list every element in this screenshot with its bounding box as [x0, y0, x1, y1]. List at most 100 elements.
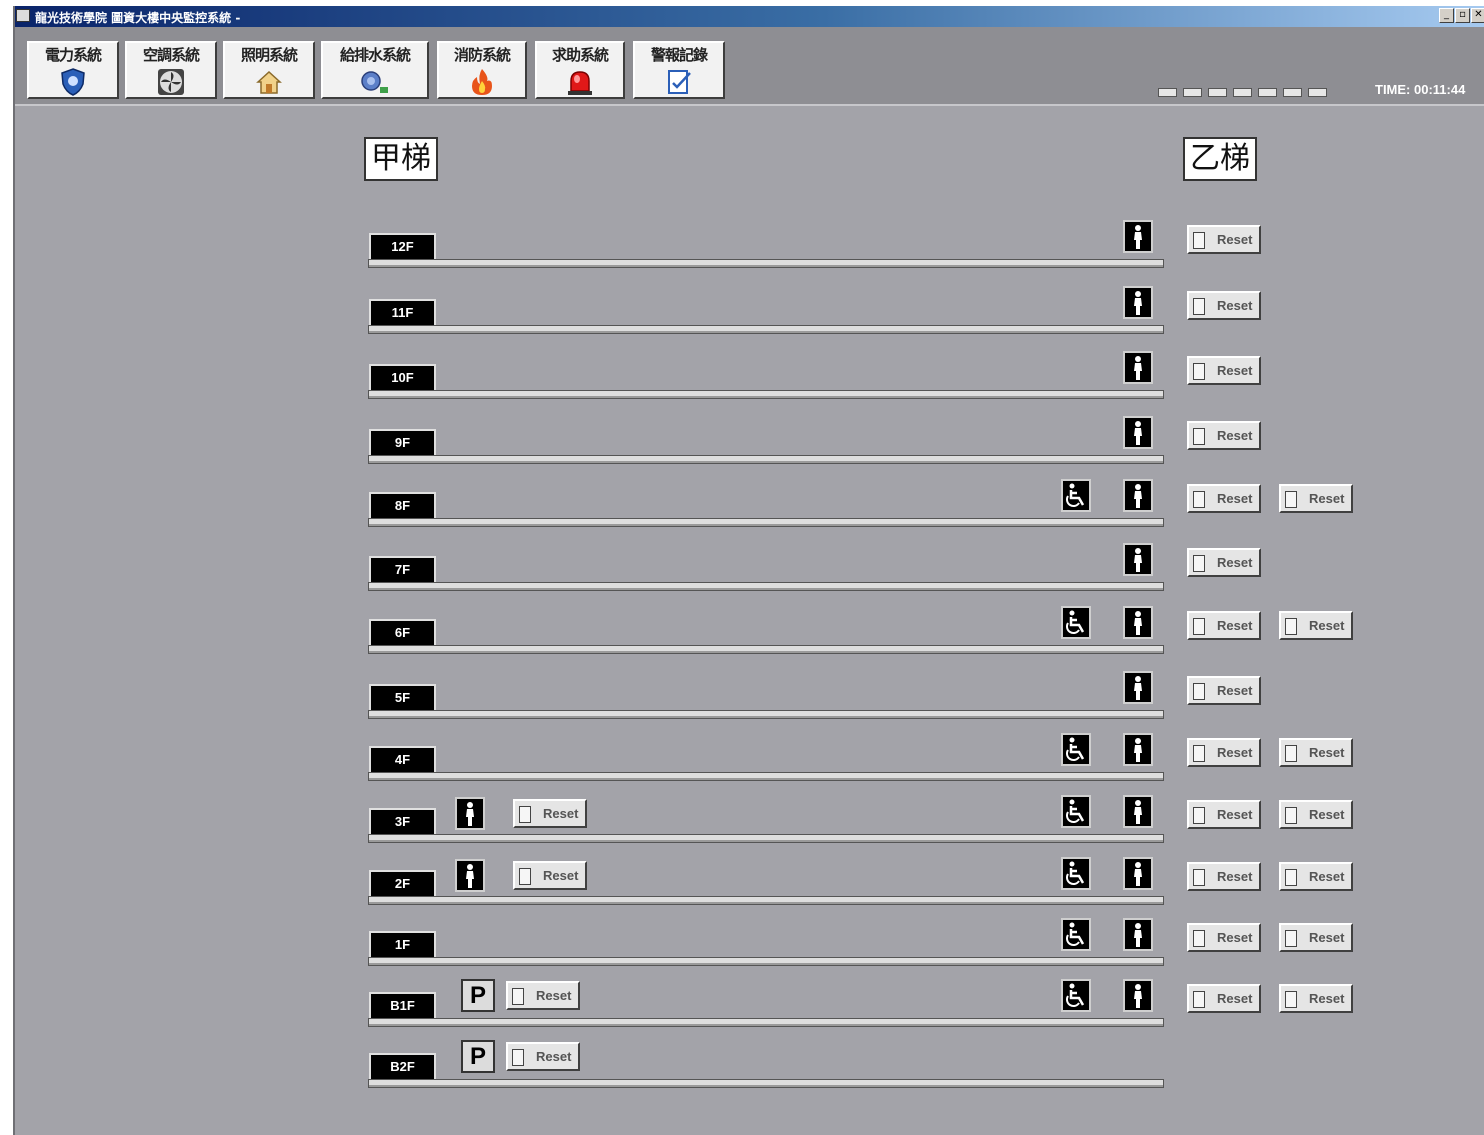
- elevator-rail: [368, 1018, 1164, 1027]
- person-icon: [1123, 918, 1153, 951]
- hvac-system-label: 空調系統: [142, 46, 200, 64]
- elevator-b-reset-button[interactable]: Reset: [1279, 738, 1353, 767]
- floor-label: B2F: [369, 1053, 436, 1079]
- parking-icon: P: [461, 979, 495, 1012]
- reset-button[interactable]: Reset: [506, 981, 580, 1010]
- reset-checkbox: [1193, 745, 1205, 762]
- elevator-b-reset-button[interactable]: Reset: [1187, 984, 1261, 1013]
- reset-checkbox: [1285, 807, 1297, 824]
- elevator-b-reset-button[interactable]: Reset: [1279, 984, 1353, 1013]
- reset-checkbox: [1193, 683, 1205, 700]
- elevator-b-reset-button[interactable]: Reset: [1187, 225, 1261, 254]
- floor-row: 4F: [368, 733, 1166, 781]
- elevator-b-reset-button[interactable]: Reset: [1187, 291, 1261, 320]
- reset-button[interactable]: Reset: [513, 799, 587, 828]
- elevator-panel: 甲梯 乙梯 12F Reset 11F Reset 10F Reset 9F Reset 8F R…: [15, 106, 1484, 1135]
- power-system-button[interactable]: 電力系統: [27, 41, 119, 99]
- elevator-b-reset-button[interactable]: Reset: [1187, 421, 1261, 450]
- reset-label: Reset: [1217, 930, 1253, 945]
- reset-button[interactable]: Reset: [513, 861, 587, 890]
- reset-checkbox: [1193, 930, 1205, 947]
- elevator-b-reset-button[interactable]: Reset: [1279, 923, 1353, 952]
- fire-system-button[interactable]: 消防系統: [437, 41, 527, 99]
- reset-button[interactable]: Reset: [506, 1042, 580, 1071]
- floor-label: 12F: [369, 233, 436, 259]
- monitor-window: 龍光技術學院 圖資大樓中央監控系統 - _ ▫ ✕ 電力系統 空調系統 照明系統: [13, 6, 1484, 1135]
- water-system-label: 給排水系統: [339, 46, 411, 64]
- elevator-rail: [368, 325, 1164, 334]
- elevator-b-reset-button[interactable]: Reset: [1187, 611, 1261, 640]
- person-icon: [1123, 543, 1153, 576]
- alarm-log-button[interactable]: 警報記錄: [633, 41, 725, 99]
- person-icon: [1123, 671, 1153, 704]
- elevator-b-reset-button[interactable]: Reset: [1279, 484, 1353, 513]
- elevator-b-reset-button[interactable]: Reset: [1187, 862, 1261, 891]
- elevator-b-reset-button[interactable]: Reset: [1187, 738, 1261, 767]
- window-title: 龍光技術學院 圖資大樓中央監控系統 -: [35, 11, 241, 25]
- reset-checkbox: [1193, 298, 1205, 315]
- wheelchair-icon: [1061, 733, 1091, 766]
- reset-label: Reset: [1309, 618, 1345, 633]
- elevator-rail: [368, 957, 1164, 966]
- minimize-button[interactable]: _: [1439, 8, 1454, 23]
- elevator-b-reset-button[interactable]: Reset: [1187, 923, 1261, 952]
- floor-label: 9F: [369, 429, 436, 455]
- elevator-rail: [368, 518, 1164, 527]
- reset-label: Reset: [1309, 930, 1345, 945]
- app-icon: [16, 9, 30, 22]
- person-icon: [455, 859, 485, 892]
- floor-row: 1F: [368, 918, 1166, 966]
- person-icon: [1123, 286, 1153, 319]
- elevator-rail: [368, 710, 1164, 719]
- reset-label: Reset: [1309, 991, 1345, 1006]
- elevator-rail: [368, 1079, 1164, 1088]
- reset-checkbox: [512, 1049, 524, 1066]
- floor-label: 1F: [369, 931, 436, 957]
- elevator-b-reset-button[interactable]: Reset: [1187, 548, 1261, 577]
- elevator-rail: [368, 455, 1164, 464]
- person-icon: [1123, 220, 1153, 253]
- status-led: [1233, 88, 1252, 97]
- restore-button[interactable]: ▫: [1455, 8, 1470, 23]
- reset-checkbox: [519, 806, 531, 823]
- elevator-a-label: 甲梯: [364, 137, 438, 181]
- parking-icon: P: [461, 1040, 495, 1073]
- reset-label: Reset: [1217, 428, 1253, 443]
- elevator-b-reset-button[interactable]: Reset: [1279, 611, 1353, 640]
- elevator-b-reset-button[interactable]: Reset: [1279, 800, 1353, 829]
- reset-checkbox: [1193, 363, 1205, 380]
- floor-row: 10F: [368, 351, 1166, 399]
- floor-row: B2F P Reset: [368, 1040, 1166, 1088]
- fire-system-label: 消防系統: [453, 46, 511, 64]
- close-button[interactable]: ✕: [1471, 8, 1484, 23]
- reset-checkbox: [1285, 930, 1297, 947]
- elevator-b-reset-button[interactable]: Reset: [1187, 356, 1261, 385]
- elevator-b-reset-button[interactable]: Reset: [1187, 484, 1261, 513]
- elevator-b-reset-button[interactable]: Reset: [1279, 862, 1353, 891]
- lighting-system-button[interactable]: 照明系統: [223, 41, 315, 99]
- floor-row: 3F Reset: [368, 795, 1166, 843]
- wheelchair-icon: [1061, 606, 1091, 639]
- reset-label: Reset: [1217, 618, 1253, 633]
- reset-label: Reset: [1309, 745, 1345, 760]
- reset-checkbox: [1193, 991, 1205, 1008]
- wheelchair-icon: [1061, 479, 1091, 512]
- water-pump-icon: [361, 71, 388, 93]
- lighting-system-label: 照明系統: [240, 46, 298, 64]
- floor-label: B1F: [369, 992, 436, 1018]
- elevator-rail: [368, 582, 1164, 591]
- floor-row: 2F Reset: [368, 857, 1166, 905]
- person-icon: [1123, 795, 1153, 828]
- floor-label: 4F: [369, 746, 436, 772]
- title-bar[interactable]: 龍光技術學院 圖資大樓中央監控系統 - _ ▫ ✕: [15, 6, 1484, 27]
- fan-icon: [158, 69, 184, 95]
- reset-label: Reset: [1217, 298, 1253, 313]
- help-system-button[interactable]: 求助系統: [535, 41, 625, 99]
- elevator-b-reset-button[interactable]: Reset: [1187, 800, 1261, 829]
- water-system-button[interactable]: 給排水系統: [321, 41, 429, 99]
- elevator-b-reset-button[interactable]: Reset: [1187, 676, 1261, 705]
- person-icon: [1123, 979, 1153, 1012]
- hvac-system-button[interactable]: 空調系統: [125, 41, 217, 99]
- reset-label: Reset: [1217, 807, 1253, 822]
- wheelchair-icon: [1061, 795, 1091, 828]
